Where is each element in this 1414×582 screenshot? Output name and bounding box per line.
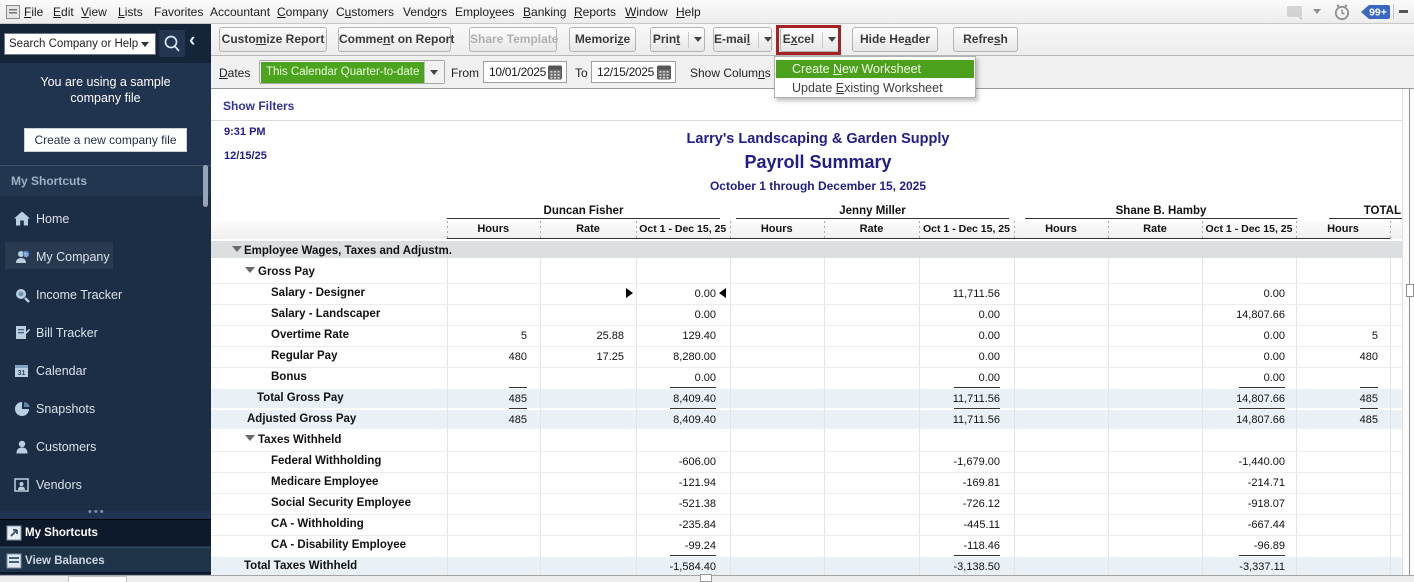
svg-text:31: 31 — [18, 370, 26, 377]
svg-text:99+: 99+ — [1369, 7, 1387, 19]
